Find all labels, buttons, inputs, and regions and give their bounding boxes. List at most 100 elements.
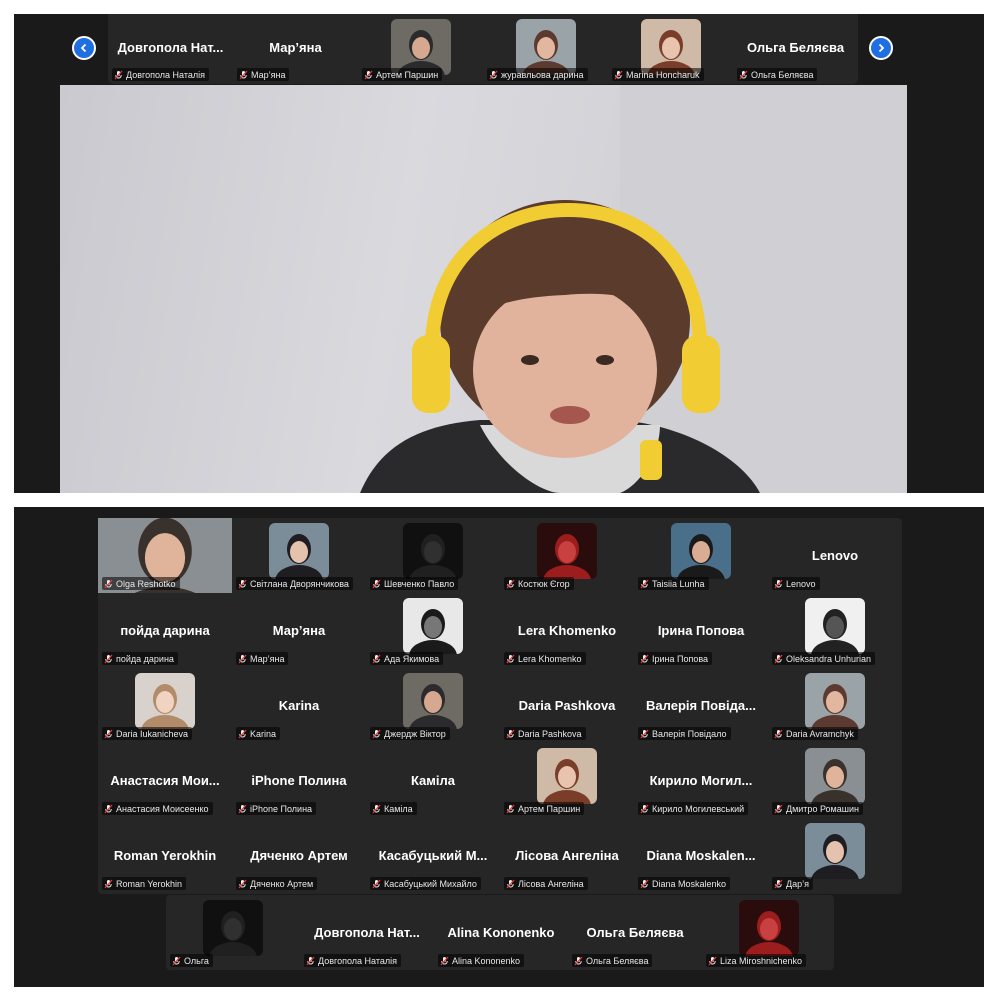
mic-muted-icon [372, 579, 381, 588]
participant-tile[interactable]: Касабуцький М... Касабуцький Михайло [366, 818, 500, 893]
participant-name-label: Касабуцький Михайло [370, 877, 481, 890]
participant-tile[interactable]: Daria Iukanicheva [98, 668, 232, 743]
participant-display-name: Karina [278, 698, 320, 713]
participant-name-text: Ольга Беляєва [586, 955, 649, 966]
participant-tile[interactable]: Lenovo Lenovo [768, 518, 902, 593]
participant-video-frame [805, 598, 865, 654]
participant-tile[interactable]: Шевченко Павло [366, 518, 500, 593]
participant-name-label: Ольга Беляєва [737, 68, 818, 81]
participant-video-frame [805, 673, 865, 729]
participant-video-frame [403, 673, 463, 729]
participant-tile[interactable]: Karina Karina [232, 668, 366, 743]
participant-tile[interactable]: Світлана Дворянчикова [232, 518, 366, 593]
participant-tile[interactable]: Ада Якимова [366, 593, 500, 668]
participant-tile[interactable]: Daria Avramchyk [768, 668, 902, 743]
participant-display-name: Кирило Могил... [649, 773, 753, 788]
participant-display-name: Lera Khomenko [517, 623, 617, 638]
participant-tile[interactable]: Liza Miroshnichenko [702, 895, 836, 970]
mic-muted-icon [640, 879, 649, 888]
participant-tile[interactable]: Lera Khomenko Lera Khomenko [500, 593, 634, 668]
participant-name-text: Артем Паршин [376, 69, 439, 80]
participant-tile[interactable]: Анастасия Мои... Анастасия Моисеенко [98, 743, 232, 818]
participant-display-name: Довгопола Нат... [117, 40, 224, 55]
participant-tile[interactable]: Дар’я [768, 818, 902, 893]
participant-tile[interactable]: Артем Паршин [500, 743, 634, 818]
participant-name-label: Ірина Попова [638, 652, 713, 665]
participant-tile[interactable]: Каміла Каміла [366, 743, 500, 818]
participant-name-text: Ольга Беляєва [751, 69, 814, 80]
participant-display-name: Ольга Беляєва [586, 925, 684, 940]
participant-display-name: Alina Kononenko [447, 925, 555, 940]
participant-tile[interactable]: Ольга Беляєва Ольга Беляєва [733, 14, 858, 84]
participant-tile[interactable]: пойда дарина пойда дарина [98, 593, 232, 668]
mic-muted-icon [640, 804, 649, 813]
participant-tile[interactable]: Taisiia Lunha [634, 518, 768, 593]
participant-name-text: Довгопола Наталія [126, 69, 205, 80]
mic-muted-icon [238, 579, 247, 588]
participant-name-text: Костюк Єгор [518, 578, 570, 589]
mic-muted-icon [506, 729, 515, 738]
participant-avatar [805, 823, 865, 879]
participant-tile[interactable]: Кирило Могил... Кирило Могилевський [634, 743, 768, 818]
participant-name-label: Довгопола Наталія [112, 68, 209, 81]
participant-tile[interactable]: Roman Yerokhin Roman Yerokhin [98, 818, 232, 893]
participant-tile[interactable]: iPhone Полина iPhone Полина [232, 743, 366, 818]
participant-tile[interactable]: Ольга Беляєва Ольга Беляєва [568, 895, 702, 970]
participant-tile[interactable]: Мар’яна Мар’яна [232, 593, 366, 668]
chevron-left-icon [80, 43, 87, 53]
participant-avatar [739, 900, 799, 956]
participant-display-name: Daria Pashkova [518, 698, 616, 713]
participant-display-name: Касабуцький М... [378, 848, 488, 863]
participant-tile[interactable]: Лісова Ангеліна Лісова Ангеліна [500, 818, 634, 893]
participant-tile[interactable]: Довгопола Нат... Довгопола Наталія [108, 14, 233, 84]
mic-muted-icon [614, 70, 623, 79]
participant-display-name: Diana Moskalen... [646, 848, 756, 863]
participant-name-text: Мар’яна [251, 69, 286, 80]
participant-name-label: журавльова дарина [487, 68, 588, 81]
participant-name-label: Кирило Могилевський [638, 802, 749, 815]
participant-tile[interactable]: Olga Reshotko [98, 518, 232, 593]
participant-tile[interactable]: Дяченко Артем Дяченко Артем [232, 818, 366, 893]
participant-name-text: Каміла [384, 803, 413, 814]
participant-name-label: Olga Reshotko [102, 577, 180, 590]
participant-name-label: Roman Yerokhin [102, 877, 187, 890]
participant-name-label: Daria Avramchyk [772, 727, 858, 740]
mic-muted-icon [640, 654, 649, 663]
participant-tile[interactable]: Довгопола Нат... Довгопола Наталія [300, 895, 434, 970]
participant-name-label: Ольга Беляєва [572, 954, 653, 967]
participant-name-text: Daria Pashkova [518, 728, 582, 739]
mic-muted-icon [640, 729, 649, 738]
participant-tile[interactable]: Ольга [166, 895, 300, 970]
participant-video-frame [537, 748, 597, 804]
participant-avatar [537, 748, 597, 804]
participant-name-text: Довгопола Наталія [318, 955, 397, 966]
participant-tile[interactable]: Alina Kononenko Alina Kononenko [434, 895, 568, 970]
speaker-video-frame [360, 85, 907, 493]
participant-name-label: Daria Iukanicheva [102, 727, 193, 740]
strip-prev-button[interactable] [72, 36, 96, 60]
mic-muted-icon [506, 879, 515, 888]
participant-grid: Olga Reshotko Світлана Дворянчикова Шевчен… [98, 518, 902, 894]
mic-muted-icon [489, 70, 498, 79]
participant-tile[interactable]: Дмитро Ромашин [768, 743, 902, 818]
participant-name-text: Daria Avramchyk [786, 728, 854, 739]
participant-tile[interactable]: Diana Moskalen... Diana Moskalenko [634, 818, 768, 893]
participant-avatar [390, 19, 451, 75]
mic-muted-icon [774, 579, 783, 588]
participant-tile[interactable]: Oleksandra Unhurian [768, 593, 902, 668]
participant-tile[interactable]: Marina Honcharuk [608, 14, 733, 84]
participant-tile[interactable]: Мар’яна Мар’яна [233, 14, 358, 84]
participant-tile[interactable]: Валерія Повіда... Валерія Повідало [634, 668, 768, 743]
participant-avatar [269, 523, 329, 579]
participant-tile[interactable]: Джердж Віктор [366, 668, 500, 743]
participant-tile[interactable]: журавльова дарина [483, 14, 608, 84]
participant-tile[interactable]: Костюк Єгор [500, 518, 634, 593]
participant-tile[interactable]: Ірина Попова Ірина Попова [634, 593, 768, 668]
participant-avatar [805, 748, 865, 804]
strip-next-button[interactable] [869, 36, 893, 60]
participant-tile[interactable]: Артем Паршин [358, 14, 483, 84]
mic-muted-icon [640, 579, 649, 588]
participant-name-text: iPhone Полина [250, 803, 313, 814]
participant-tile[interactable]: Daria Pashkova Daria Pashkova [500, 668, 634, 743]
mic-muted-icon [238, 804, 247, 813]
